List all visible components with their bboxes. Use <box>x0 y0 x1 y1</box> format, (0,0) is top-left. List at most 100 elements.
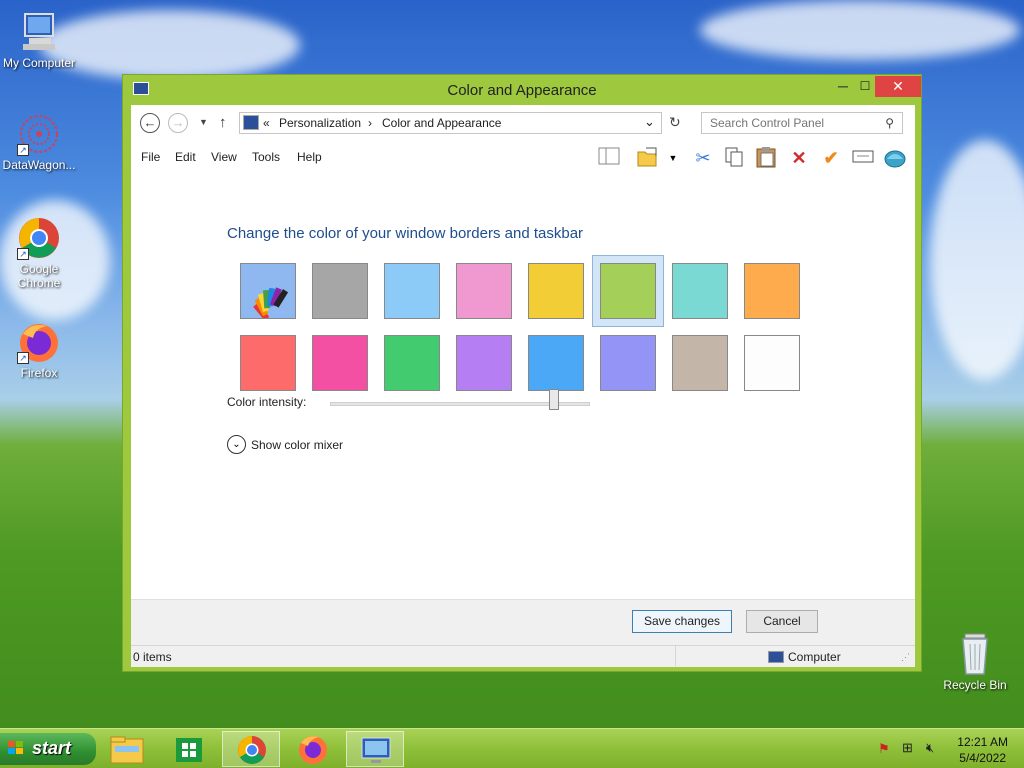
color-swatch[interactable] <box>528 335 584 391</box>
color-swatch[interactable] <box>600 263 656 319</box>
color-swatch[interactable] <box>528 263 584 319</box>
desktop-icon-datawagon[interactable]: ↗ DataWagon... <box>0 112 78 172</box>
show-color-mixer-link[interactable]: Show color mixer <box>251 438 343 452</box>
folder-options-icon[interactable] <box>635 146 659 170</box>
color-swatch[interactable] <box>672 335 728 391</box>
refresh-button[interactable]: ↻ <box>669 114 681 131</box>
shortcut-arrow-icon: ↗ <box>17 248 29 260</box>
store-icon <box>176 738 202 762</box>
menu-view[interactable]: View <box>211 150 237 164</box>
start-label: start <box>32 738 72 758</box>
desktop-icon-chrome[interactable]: ↗ Google Chrome <box>0 216 78 290</box>
breadcrumb-overflow[interactable]: « <box>263 116 270 130</box>
rename-icon[interactable] <box>851 146 875 170</box>
custom-color-swatch[interactable] <box>240 263 296 321</box>
window-client: ← → ▼ ↑ « Personalization › Color and Ap… <box>131 105 915 667</box>
shortcut-arrow-icon: ↗ <box>17 352 29 364</box>
file-explorer-icon <box>110 736 144 764</box>
taskbar-store[interactable] <box>160 731 218 767</box>
start-button[interactable]: start <box>0 733 96 765</box>
firefox-icon <box>299 736 327 764</box>
color-swatch[interactable] <box>384 263 440 319</box>
status-bar: 0 items Computer ⋰ <box>131 645 915 667</box>
clock[interactable]: 12:21 AM 5/4/2022 <box>957 734 1008 766</box>
status-computer-icon <box>768 651 784 663</box>
color-swatch[interactable] <box>744 335 800 391</box>
sky-cloud <box>700 0 1020 60</box>
breadcrumb-color-appearance[interactable]: Color and Appearance <box>382 116 501 130</box>
control-panel-icon <box>361 737 391 763</box>
color-palette-icon <box>253 287 289 321</box>
action-center-flag-icon[interactable]: ⚑ <box>878 741 890 757</box>
forward-button[interactable]: → <box>168 113 188 133</box>
color-swatch[interactable] <box>456 335 512 391</box>
desktop-icon-label: DataWagon... <box>2 158 76 172</box>
menu-help[interactable]: Help <box>297 150 322 164</box>
item-count: 0 items <box>133 650 172 664</box>
network-icon[interactable]: ⊞ <box>902 740 913 756</box>
menu-file[interactable]: File <box>141 150 160 164</box>
sky-cloud <box>40 10 300 80</box>
clock-date: 5/4/2022 <box>959 751 1006 765</box>
paste-icon[interactable] <box>754 146 778 170</box>
taskbar-firefox[interactable] <box>284 731 342 767</box>
control-panel-icon <box>243 115 259 130</box>
desktop-icon-label: Firefox <box>20 366 58 380</box>
up-button[interactable]: ↑ <box>219 114 227 131</box>
resize-grip-icon[interactable]: ⋰ <box>901 652 910 663</box>
chevron-down-icon[interactable]: ⌄ <box>227 435 246 454</box>
desktop-icon-firefox[interactable]: ↗ Firefox <box>0 320 78 380</box>
cancel-button[interactable]: Cancel <box>746 610 818 633</box>
breadcrumb-personalization[interactable]: Personalization <box>279 116 361 130</box>
color-swatch[interactable] <box>384 335 440 391</box>
window-title: Color and Appearance <box>447 82 597 99</box>
title-bar[interactable]: Color and Appearance ─ ☐ ✕ <box>123 75 921 105</box>
taskbar-chrome[interactable] <box>222 731 280 767</box>
preview-pane-icon[interactable] <box>597 146 621 170</box>
clock-time: 12:21 AM <box>957 735 1008 749</box>
breadcrumb-separator-arrow[interactable]: › <box>368 116 372 130</box>
back-button[interactable]: ← <box>140 113 160 133</box>
desktop-icon-label: My Computer <box>2 56 76 70</box>
windows-flag-icon <box>8 741 23 754</box>
color-appearance-window: Color and Appearance ─ ☐ ✕ ← → ▼ ↑ « Per… <box>122 74 922 672</box>
save-changes-button[interactable]: Save changes <box>632 610 732 633</box>
color-swatch[interactable] <box>312 335 368 391</box>
folder-options-dropdown[interactable]: ▼ <box>661 146 685 170</box>
maximize-button[interactable]: ☐ <box>857 76 873 97</box>
search-input[interactable] <box>702 113 872 133</box>
recent-pages-dropdown[interactable]: ▼ <box>199 117 208 127</box>
volume-muted-icon[interactable]: 🔇︎ <box>926 740 934 756</box>
desktop-icon-label: Google Chrome <box>17 262 61 290</box>
search-box[interactable]: ⚲ <box>701 112 903 134</box>
color-swatch[interactable] <box>600 335 656 391</box>
minimize-button[interactable]: ─ <box>829 76 857 97</box>
sky-cloud <box>930 140 1024 380</box>
taskbar-control-panel[interactable] <box>346 731 404 767</box>
menu-edit[interactable]: Edit <box>175 150 196 164</box>
close-button[interactable]: ✕ <box>875 76 921 97</box>
color-swatch[interactable] <box>240 335 296 391</box>
desktop-icon-label: Recycle Bin <box>943 678 1007 692</box>
search-icon[interactable]: ⚲ <box>885 116 894 130</box>
color-swatch[interactable] <box>744 263 800 319</box>
intensity-label: Color intensity: <box>227 395 307 409</box>
main-content: Change the color of your window borders … <box>131 173 915 599</box>
color-swatch[interactable] <box>456 263 512 319</box>
taskbar-file-explorer[interactable] <box>98 731 156 767</box>
color-swatch[interactable] <box>312 263 368 319</box>
delete-icon[interactable]: ✕ <box>787 146 811 170</box>
desktop-icon-my-computer[interactable]: My Computer <box>0 10 78 70</box>
copy-icon[interactable] <box>722 146 746 170</box>
properties-check-icon[interactable]: ✔ <box>819 146 843 170</box>
cut-icon[interactable]: ✂ <box>691 146 715 170</box>
color-swatch[interactable] <box>672 263 728 319</box>
address-bar[interactable]: « Personalization › Color and Appearance… <box>239 112 662 134</box>
menu-tools[interactable]: Tools <box>252 150 280 164</box>
globe-icon[interactable] <box>883 146 907 170</box>
computer-icon <box>17 10 61 54</box>
desktop-icon-recycle-bin[interactable]: Recycle Bin <box>936 632 1014 692</box>
firefox-icon: ↗ <box>17 320 61 364</box>
intensity-slider-thumb[interactable] <box>548 389 559 410</box>
address-dropdown-chevron-icon[interactable]: ⌄ <box>644 114 655 130</box>
